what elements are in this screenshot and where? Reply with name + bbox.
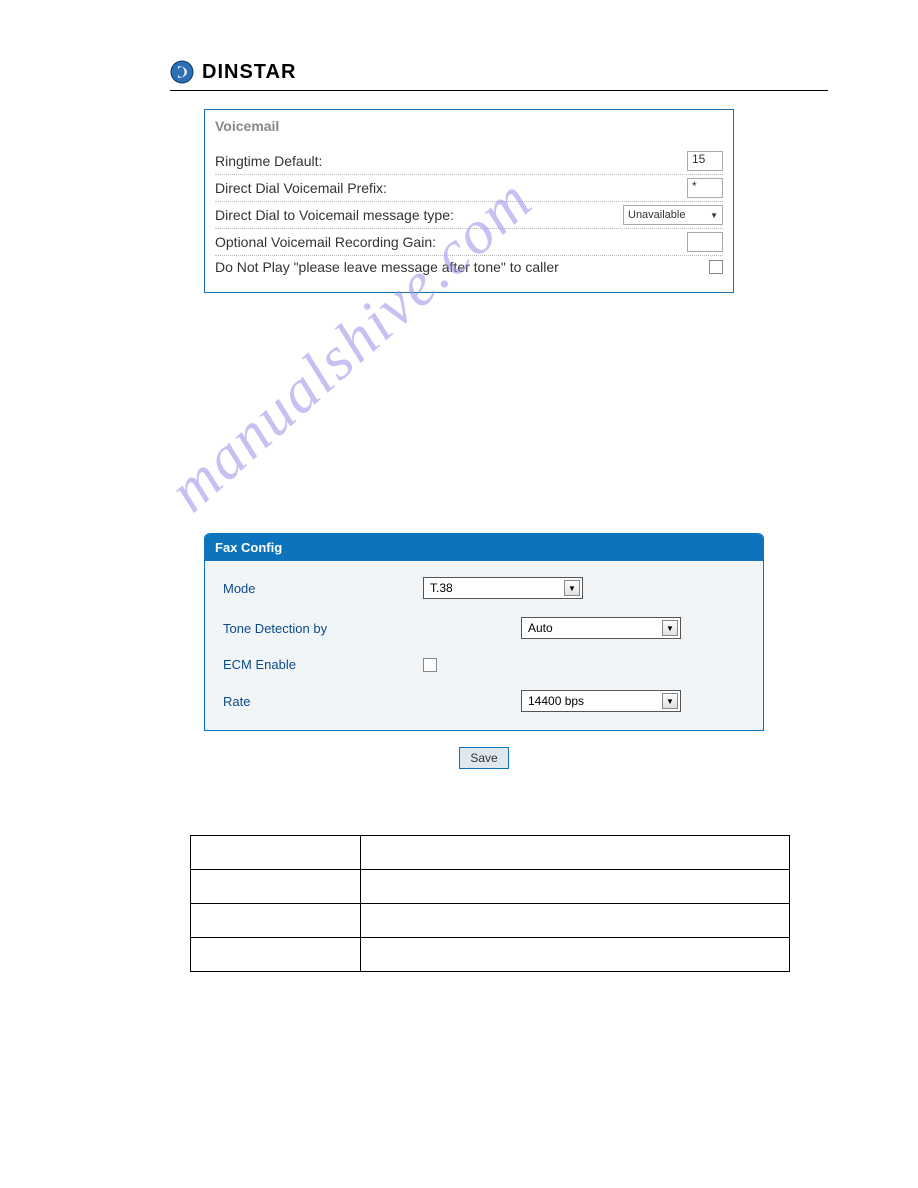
voicemail-row-prefix: Direct Dial Voicemail Prefix: * bbox=[215, 175, 723, 202]
noplay-label: Do Not Play "please leave message after … bbox=[215, 259, 709, 275]
rate-value: 14400 bps bbox=[528, 694, 584, 708]
brand-name: DINSTAR bbox=[202, 61, 296, 84]
tone-label: Tone Detection by bbox=[223, 621, 423, 636]
table-row bbox=[191, 938, 790, 972]
fax-row-rate: Rate 14400 bps ▼ bbox=[223, 690, 745, 712]
save-wrap: Save bbox=[204, 747, 764, 769]
table-row bbox=[191, 836, 790, 870]
save-button[interactable]: Save bbox=[459, 747, 508, 769]
msgtype-select[interactable]: Unavailable ▼ bbox=[623, 205, 723, 225]
voicemail-row-msgtype: Direct Dial to Voicemail message type: U… bbox=[215, 202, 723, 229]
chevron-down-icon: ▼ bbox=[564, 580, 580, 596]
voicemail-title: Voicemail bbox=[215, 118, 723, 134]
tone-select[interactable]: Auto ▼ bbox=[521, 617, 681, 639]
prefix-label: Direct Dial Voicemail Prefix: bbox=[215, 180, 687, 196]
fax-panel: Fax Config Mode T.38 ▼ Tone Detection by… bbox=[204, 533, 764, 731]
prefix-input[interactable]: * bbox=[687, 178, 723, 198]
table-row bbox=[191, 904, 790, 938]
fax-body: Mode T.38 ▼ Tone Detection by Auto ▼ ECM… bbox=[205, 561, 763, 730]
noplay-checkbox[interactable] bbox=[709, 260, 723, 274]
chevron-down-icon: ▼ bbox=[662, 620, 678, 636]
gain-label: Optional Voicemail Recording Gain: bbox=[215, 234, 687, 250]
ringtime-label: Ringtime Default: bbox=[215, 153, 687, 169]
ecm-label: ECM Enable bbox=[223, 657, 423, 672]
mode-select[interactable]: T.38 ▼ bbox=[423, 577, 583, 599]
voicemail-panel: Voicemail Ringtime Default: 15 Direct Di… bbox=[204, 109, 734, 293]
description-table bbox=[190, 835, 790, 972]
ringtime-input[interactable]: 15 bbox=[687, 151, 723, 171]
fax-row-ecm: ECM Enable bbox=[223, 657, 745, 672]
voicemail-row-ringtime: Ringtime Default: 15 bbox=[215, 148, 723, 175]
tone-value: Auto bbox=[528, 621, 553, 635]
msgtype-label: Direct Dial to Voicemail message type: bbox=[215, 207, 623, 223]
table-row bbox=[191, 870, 790, 904]
mode-value: T.38 bbox=[430, 581, 453, 595]
page-header: DINSTAR bbox=[170, 60, 828, 91]
chevron-down-icon: ▼ bbox=[710, 211, 718, 220]
voicemail-row-noplay: Do Not Play "please leave message after … bbox=[215, 256, 723, 278]
chevron-down-icon: ▼ bbox=[662, 693, 678, 709]
fax-title: Fax Config bbox=[205, 534, 763, 561]
fax-row-tone: Tone Detection by Auto ▼ bbox=[223, 617, 745, 639]
mode-label: Mode bbox=[223, 581, 423, 596]
fax-row-mode: Mode T.38 ▼ bbox=[223, 577, 745, 599]
rate-select[interactable]: 14400 bps ▼ bbox=[521, 690, 681, 712]
gain-input[interactable] bbox=[687, 232, 723, 252]
voicemail-row-gain: Optional Voicemail Recording Gain: bbox=[215, 229, 723, 256]
brand-logo-icon bbox=[170, 60, 194, 84]
ecm-checkbox[interactable] bbox=[423, 658, 437, 672]
msgtype-value: Unavailable bbox=[628, 209, 685, 221]
rate-label: Rate bbox=[223, 694, 423, 709]
